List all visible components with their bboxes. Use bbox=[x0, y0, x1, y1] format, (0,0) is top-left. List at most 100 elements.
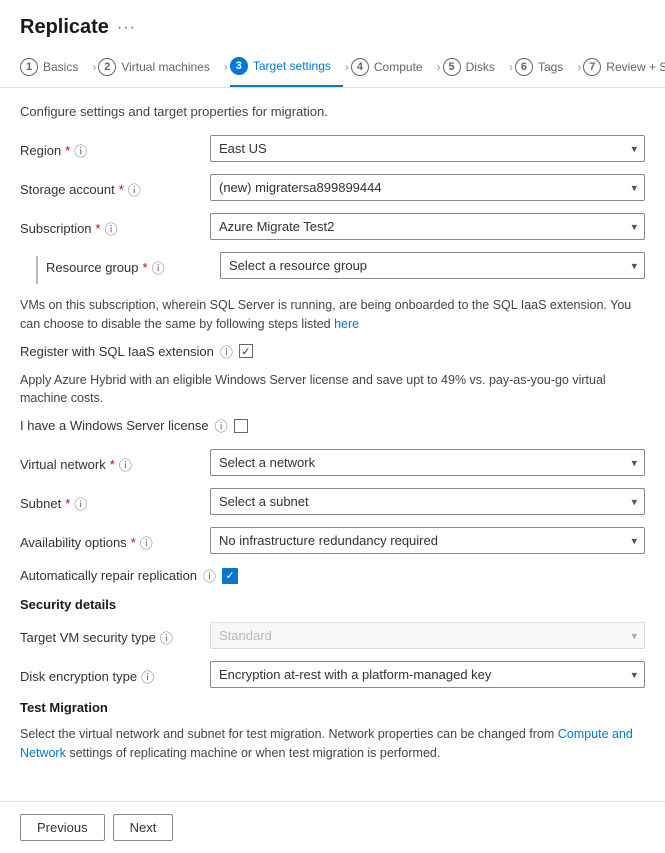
availability-select-wrap: No infrastructure redundancy required ▾ bbox=[210, 527, 645, 554]
subnet-label: Subnet * ⓘ bbox=[20, 488, 210, 513]
resource-group-row: Resource group * ⓘ Select a resource gro… bbox=[20, 252, 645, 284]
resource-group-select-wrap: Select a resource group ▾ bbox=[220, 252, 645, 279]
test-migration-desc: Select the virtual network and subnet fo… bbox=[20, 725, 645, 763]
storage-account-row: Storage account * ⓘ (new) migratersa8998… bbox=[20, 174, 645, 201]
vnet-info-icon[interactable]: ⓘ bbox=[119, 455, 132, 474]
resource-group-required: * bbox=[143, 260, 148, 275]
step-basics[interactable]: 1 Basics bbox=[20, 48, 90, 86]
target-vm-info-icon[interactable]: ⓘ bbox=[160, 628, 173, 647]
step-num-4: 4 bbox=[351, 58, 369, 76]
windows-license-info-icon[interactable]: ⓘ bbox=[215, 416, 228, 435]
availability-options-select[interactable]: No infrastructure redundancy required bbox=[210, 527, 645, 554]
disk-encryption-info-icon[interactable]: ⓘ bbox=[141, 667, 154, 686]
more-options-icon[interactable]: ··· bbox=[117, 19, 136, 37]
wizard-steps: 1 Basics › 2 Virtual machines › 3 Target… bbox=[0, 47, 665, 88]
indent-line bbox=[36, 256, 38, 284]
step-label-review: Review + Start replication bbox=[606, 60, 665, 74]
storage-required: * bbox=[119, 182, 124, 197]
resource-group-control: Select a resource group ▾ bbox=[220, 252, 645, 279]
step-sep-4: › bbox=[435, 60, 443, 74]
subscription-required: * bbox=[96, 221, 101, 236]
target-vm-security-label: Target VM security type ⓘ bbox=[20, 622, 210, 647]
subscription-control: Azure Migrate Test2 ▾ bbox=[210, 213, 645, 240]
storage-select-wrap: (new) migratersa899899444 ▾ bbox=[210, 174, 645, 201]
step-label-target: Target settings bbox=[253, 59, 331, 73]
step-num-5: 5 bbox=[443, 58, 461, 76]
subnet-select[interactable]: Select a subnet bbox=[210, 488, 645, 515]
auto-repair-checkbox[interactable] bbox=[222, 568, 238, 584]
step-compute[interactable]: 4 Compute bbox=[351, 48, 435, 86]
subscription-select-wrap: Azure Migrate Test2 ▾ bbox=[210, 213, 645, 240]
step-disks[interactable]: 5 Disks bbox=[443, 48, 507, 86]
step-num-1: 1 bbox=[20, 58, 38, 76]
page-header: Replicate ··· bbox=[0, 0, 665, 47]
register-sql-info-icon[interactable]: ⓘ bbox=[220, 342, 233, 361]
step-label-disks: Disks bbox=[466, 60, 495, 74]
target-vm-security-row: Target VM security type ⓘ Standard ▾ bbox=[20, 622, 645, 649]
step-label-tags: Tags bbox=[538, 60, 563, 74]
vnet-required: * bbox=[110, 457, 115, 472]
region-control: East US ▾ bbox=[210, 135, 645, 162]
target-vm-security-select[interactable]: Standard bbox=[210, 622, 645, 649]
auto-repair-label: Automatically repair replication bbox=[20, 568, 197, 583]
storage-account-label: Storage account * ⓘ bbox=[20, 174, 210, 199]
previous-button[interactable]: Previous bbox=[20, 814, 105, 841]
region-select-wrap: East US ▾ bbox=[210, 135, 645, 162]
subnet-required: * bbox=[65, 496, 70, 511]
virtual-network-row: Virtual network * ⓘ Select a network ▾ bbox=[20, 449, 645, 476]
availability-options-label: Availability options * ⓘ bbox=[20, 527, 210, 552]
content-area: Configure settings and target properties… bbox=[0, 88, 665, 793]
sql-info-link[interactable]: here bbox=[334, 317, 359, 331]
region-row: Region * ⓘ East US ▾ bbox=[20, 135, 645, 162]
target-vm-select-wrap: Standard ▾ bbox=[210, 622, 645, 649]
storage-info-icon[interactable]: ⓘ bbox=[128, 180, 141, 199]
step-sep-6: › bbox=[575, 60, 583, 74]
subnet-info-icon[interactable]: ⓘ bbox=[74, 494, 87, 513]
auto-repair-row: Automatically repair replication ⓘ bbox=[20, 566, 645, 585]
step-review[interactable]: 7 Review + Start replication bbox=[583, 48, 665, 86]
target-vm-security-control: Standard ▾ bbox=[210, 622, 645, 649]
subnet-control: Select a subnet ▾ bbox=[210, 488, 645, 515]
step-num-3: 3 bbox=[230, 57, 248, 75]
region-label: Region * ⓘ bbox=[20, 135, 210, 160]
subscription-label: Subscription * ⓘ bbox=[20, 213, 210, 238]
windows-license-row: I have a Windows Server license ⓘ bbox=[20, 416, 645, 435]
step-sep-2: › bbox=[222, 60, 230, 74]
vnet-control: Select a network ▾ bbox=[210, 449, 645, 476]
step-sep-5: › bbox=[507, 60, 515, 74]
virtual-network-label: Virtual network * ⓘ bbox=[20, 449, 210, 474]
virtual-network-select[interactable]: Select a network bbox=[210, 449, 645, 476]
step-virtual-machines[interactable]: 2 Virtual machines bbox=[98, 48, 222, 86]
auto-repair-info-icon[interactable]: ⓘ bbox=[203, 566, 216, 585]
test-migration-title: Test Migration bbox=[20, 700, 645, 715]
storage-control: (new) migratersa899899444 ▾ bbox=[210, 174, 645, 201]
next-button[interactable]: Next bbox=[113, 814, 174, 841]
step-tags[interactable]: 6 Tags bbox=[515, 48, 575, 86]
region-info-icon[interactable]: ⓘ bbox=[74, 141, 87, 160]
step-label-compute: Compute bbox=[374, 60, 423, 74]
step-label-vm: Virtual machines bbox=[121, 60, 210, 74]
subscription-row: Subscription * ⓘ Azure Migrate Test2 ▾ bbox=[20, 213, 645, 240]
availability-info-icon[interactable]: ⓘ bbox=[140, 533, 153, 552]
resource-group-info-icon[interactable]: ⓘ bbox=[152, 258, 165, 277]
register-sql-checkbox[interactable] bbox=[239, 344, 253, 358]
section-description: Configure settings and target properties… bbox=[20, 104, 645, 119]
disk-encryption-select-wrap: Encryption at-rest with a platform-manag… bbox=[210, 661, 645, 688]
region-select[interactable]: East US bbox=[210, 135, 645, 162]
subscription-info-icon[interactable]: ⓘ bbox=[105, 219, 118, 238]
step-target-settings[interactable]: 3 Target settings bbox=[230, 47, 343, 87]
vnet-select-wrap: Select a network ▾ bbox=[210, 449, 645, 476]
disk-encryption-select[interactable]: Encryption at-rest with a platform-manag… bbox=[210, 661, 645, 688]
step-num-2: 2 bbox=[98, 58, 116, 76]
availability-control: No infrastructure redundancy required ▾ bbox=[210, 527, 645, 554]
availability-options-row: Availability options * ⓘ No infrastructu… bbox=[20, 527, 645, 554]
resource-group-select[interactable]: Select a resource group bbox=[220, 252, 645, 279]
disk-encryption-row: Disk encryption type ⓘ Encryption at-res… bbox=[20, 661, 645, 688]
security-details-title: Security details bbox=[20, 597, 645, 612]
storage-select[interactable]: (new) migratersa899899444 bbox=[210, 174, 645, 201]
subscription-select[interactable]: Azure Migrate Test2 bbox=[210, 213, 645, 240]
windows-license-checkbox[interactable] bbox=[234, 419, 248, 433]
resource-group-label: Resource group * ⓘ bbox=[46, 252, 220, 277]
register-sql-label: Register with SQL IaaS extension bbox=[20, 344, 214, 359]
step-label-basics: Basics bbox=[43, 60, 78, 74]
